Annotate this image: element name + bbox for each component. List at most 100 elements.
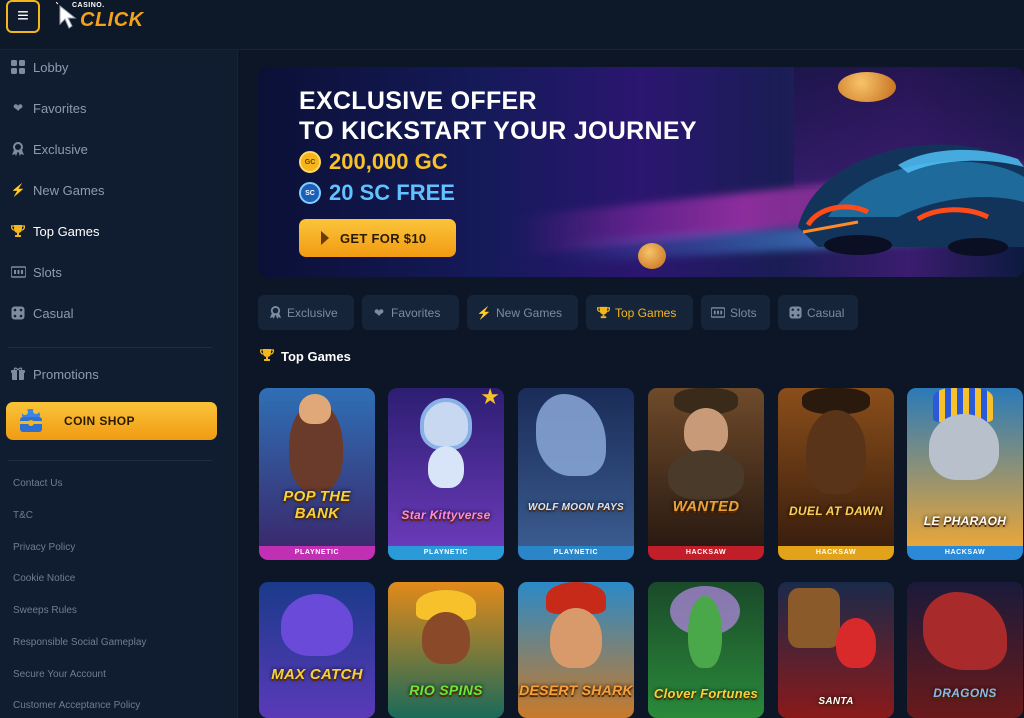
badge-icon (10, 141, 26, 157)
tab-favorites[interactable]: ❤ Favorites (362, 295, 459, 330)
footer-link-acceptance[interactable]: Customer Acceptance Policy (13, 700, 140, 711)
sidebar-item-favorites[interactable]: ❤ Favorites (10, 96, 87, 120)
game-title: MAX CATCH (271, 666, 363, 683)
santa-image (836, 618, 876, 668)
game-title: DESERT SHARK (519, 682, 633, 698)
tab-top-games[interactable]: Top Games (586, 295, 693, 330)
footer-link-cookie[interactable]: Cookie Notice (13, 573, 75, 584)
game-card-desert-shark[interactable]: DESERT SHARK (518, 582, 634, 718)
divider (8, 347, 212, 348)
sidebar: Lobby ❤ Favorites Exclusive ⚡ New Games … (0, 50, 238, 718)
lightning-icon: ⚡ (476, 305, 492, 320)
sc-amount: 20 SC FREE (329, 180, 455, 205)
dice-icon (788, 306, 802, 319)
sidebar-item-label: Casual (33, 305, 74, 321)
coin-shop-button[interactable]: COIN SHOP (6, 402, 217, 440)
footer-link-secure[interactable]: Secure Your Account (13, 669, 106, 680)
game-card-star-kittyverse[interactable]: ★ Star Kittyverse PLAYNETIC (388, 388, 504, 560)
footer-link-privacy[interactable]: Privacy Policy (13, 542, 75, 553)
gift-icon (10, 366, 26, 382)
sc-coin-icon: SC (299, 182, 321, 204)
gc-amount: 200,000 GC (329, 149, 448, 174)
tab-exclusive[interactable]: Exclusive (258, 295, 354, 330)
game-provider: PLAYNETIC (388, 546, 504, 560)
get-offer-button[interactable]: GET FOR $10 (299, 219, 456, 257)
tab-label: Exclusive (287, 305, 338, 320)
sc-offer: SC 20 SC FREE (299, 180, 455, 206)
game-provider: PLAYNETIC (518, 546, 634, 560)
game-card-rio-spins[interactable]: RIO SPINS (388, 582, 504, 718)
sidebar-item-label: Promotions (33, 366, 99, 382)
footer-link-sweeps[interactable]: Sweeps Rules (13, 605, 77, 616)
gc-offer: GC 200,000 GC (299, 149, 448, 175)
gc-coin-icon: GC (299, 151, 321, 173)
game-card-wolf-moon-pays[interactable]: WOLF MOON PAYS PLAYNETIC (518, 388, 634, 560)
sidebar-item-label: Slots (33, 264, 62, 280)
game-card-clover-fortunes[interactable]: Clover Fortunes (648, 582, 764, 718)
lightning-icon: ⚡ (10, 183, 26, 197)
game-card-max-catch[interactable]: MAX CATCH (259, 582, 375, 718)
game-title: POP THE BANK (283, 488, 351, 522)
treasure-chest-icon (20, 408, 42, 432)
game-art (388, 388, 504, 546)
game-title: WANTED (672, 498, 740, 515)
tab-slots[interactable]: Slots (701, 295, 770, 330)
arrow-icon (321, 231, 329, 245)
tab-label: New Games (496, 305, 563, 320)
game-card-pop-the-bank[interactable]: POP THE BANK PLAYNETIC (259, 388, 375, 560)
promo-banner[interactable]: EXCLUSIVE OFFER TO KICKSTART YOUR JOURNE… (258, 67, 1024, 277)
game-title: RIO SPINS (409, 682, 483, 698)
trophy-icon (259, 348, 275, 365)
game-card-dragons[interactable]: DRAGONS (907, 582, 1023, 718)
section-title: Top Games (259, 348, 351, 365)
logo[interactable]: CASINO. CLICK (56, 2, 146, 32)
sidebar-item-lobby[interactable]: Lobby (10, 55, 68, 79)
game-card-duel-at-dawn[interactable]: DUEL AT DAWN HACKSAW (778, 388, 894, 560)
swordfish-image (281, 594, 353, 656)
sidebar-item-slots[interactable]: Slots (10, 260, 62, 284)
game-card-santa[interactable]: SANTA (778, 582, 894, 718)
logo-text: CLICK (80, 9, 144, 31)
game-title: WOLF MOON PAYS (527, 502, 625, 513)
sidebar-item-exclusive[interactable]: Exclusive (10, 137, 88, 161)
banner-title-line2: TO KICKSTART YOUR JOURNEY (299, 117, 697, 145)
section-title-label: Top Games (281, 349, 351, 364)
game-art (518, 388, 634, 546)
game-card-wanted[interactable]: WANTED HACKSAW (648, 388, 764, 560)
sidebar-item-new-games[interactable]: ⚡ New Games (10, 178, 105, 202)
footer-link-contact[interactable]: Contact Us (13, 478, 62, 489)
game-art (259, 582, 375, 718)
hamburger-icon: ≡ (17, 5, 29, 27)
sidebar-item-casual[interactable]: Casual (10, 301, 73, 325)
astronaut-cat-image (420, 398, 472, 450)
heart-icon: ❤ (12, 101, 24, 115)
get-offer-label: GET FOR $10 (340, 231, 427, 246)
game-title: DRAGONS (933, 686, 997, 700)
menu-button[interactable]: ≡ (6, 0, 40, 33)
sidebar-item-label: Top Games (33, 223, 100, 239)
cowboy-body (806, 410, 866, 494)
slots-icon (711, 307, 725, 318)
sidebar-item-promotions[interactable]: Promotions (10, 362, 99, 386)
game-title: Star Kittyverse (401, 508, 491, 522)
sidebar-item-label: Favorites (33, 100, 87, 116)
game-title: LE PHARAOH (923, 514, 1007, 528)
game-title: DUEL AT DAWN (788, 504, 884, 518)
sidebar-item-label: New Games (33, 182, 105, 198)
raccoon-image (929, 414, 999, 480)
game-card-le-pharaoh[interactable]: LE PHARAOH HACKSAW (907, 388, 1023, 560)
badge-icon (268, 306, 282, 319)
sidebar-item-label: Lobby (33, 59, 69, 75)
sports-car-image (798, 144, 1024, 256)
banner-title-line1: EXCLUSIVE OFFER (299, 87, 537, 115)
cowboy-body (668, 450, 744, 500)
sidebar-item-top-games[interactable]: Top Games (10, 219, 99, 243)
tab-new-games[interactable]: ⚡ New Games (467, 295, 578, 330)
trophy-icon (10, 223, 26, 239)
footer-link-responsible[interactable]: Responsible Social Gameplay (13, 637, 146, 648)
tab-label: Slots (730, 305, 757, 320)
coin-image (838, 72, 896, 102)
tab-casual[interactable]: Casual (778, 295, 858, 330)
footer-link-tc[interactable]: T&C (13, 510, 33, 521)
coin-shop-label: COIN SHOP (64, 414, 135, 428)
